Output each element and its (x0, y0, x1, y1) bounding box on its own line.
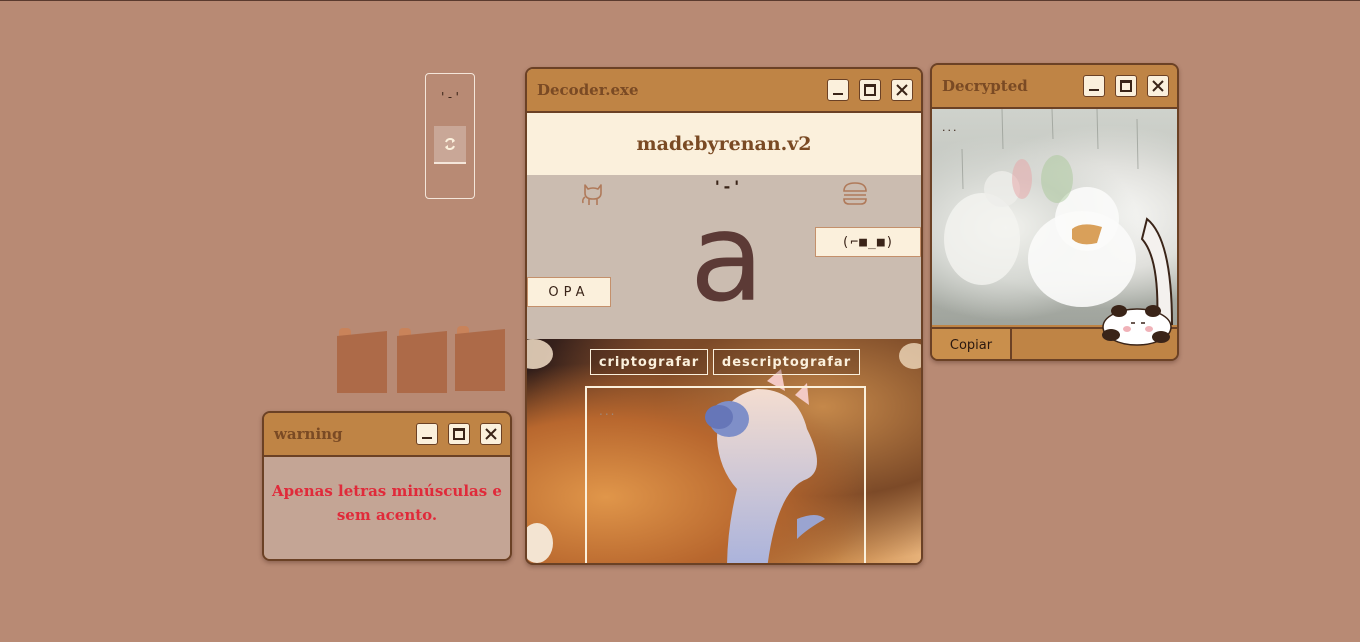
close-icon (896, 84, 908, 96)
panda-sticker (1102, 305, 1172, 346)
warning-window: warning Apenas letras minúsculas e sem a… (262, 411, 512, 561)
folder-icon[interactable] (337, 328, 387, 393)
kaomoji-badge: (⌐■_■) (815, 227, 921, 257)
maximize-button[interactable] (448, 423, 470, 445)
maximize-button[interactable] (1115, 75, 1137, 97)
copy-button[interactable]: Copiar (932, 329, 1012, 359)
close-button[interactable] (1147, 75, 1169, 97)
decrypted-output[interactable]: ... (932, 109, 1177, 325)
folder-icon[interactable] (397, 328, 447, 393)
github-cat-icon[interactable] (579, 179, 607, 211)
close-button[interactable] (891, 79, 913, 101)
minimize-button[interactable] (827, 79, 849, 101)
refresh-icon[interactable] (434, 126, 466, 164)
maximize-button[interactable] (859, 79, 881, 101)
decoder-titlebar[interactable]: Decoder.exe (527, 69, 921, 113)
decrypt-button[interactable]: descriptografar (713, 349, 860, 375)
warning-title: warning (274, 425, 343, 443)
folder-icon[interactable] (455, 326, 505, 391)
burger-icon[interactable] (841, 181, 869, 211)
face-widget: '-' (425, 73, 475, 199)
close-icon (1152, 80, 1164, 92)
warning-titlebar[interactable]: warning (264, 413, 510, 457)
scene-area: criptografar descriptografar ... (527, 339, 921, 563)
rainy-window-illustration (944, 109, 1174, 325)
encrypt-button[interactable]: criptografar (590, 349, 708, 375)
minimize-button[interactable] (1083, 75, 1105, 97)
warning-content: Apenas letras minúsculas e sem acento. (264, 457, 510, 559)
decoder-window: Decoder.exe madebyrenan.v2 '-' a (⌐■_■) … (525, 67, 923, 565)
decrypted-titlebar[interactable]: Decrypted (932, 65, 1177, 109)
close-icon (485, 428, 497, 440)
brand-title: madebyrenan.v2 (636, 133, 812, 155)
big-letter: a (689, 187, 765, 329)
warning-message: Apenas letras minúsculas e sem acento. (272, 482, 502, 524)
widget-face: '-' (439, 90, 461, 104)
decoder-title: Decoder.exe (537, 81, 639, 99)
decrypted-title: Decrypted (942, 77, 1028, 95)
opa-button[interactable]: OPA (527, 277, 611, 307)
decoder-panel: '-' a (⌐■_■) OPA (527, 175, 921, 339)
message-input[interactable]: ... (585, 386, 866, 563)
brand-header: madebyrenan.v2 (527, 113, 921, 175)
close-button[interactable] (480, 423, 502, 445)
minimize-button[interactable] (416, 423, 438, 445)
